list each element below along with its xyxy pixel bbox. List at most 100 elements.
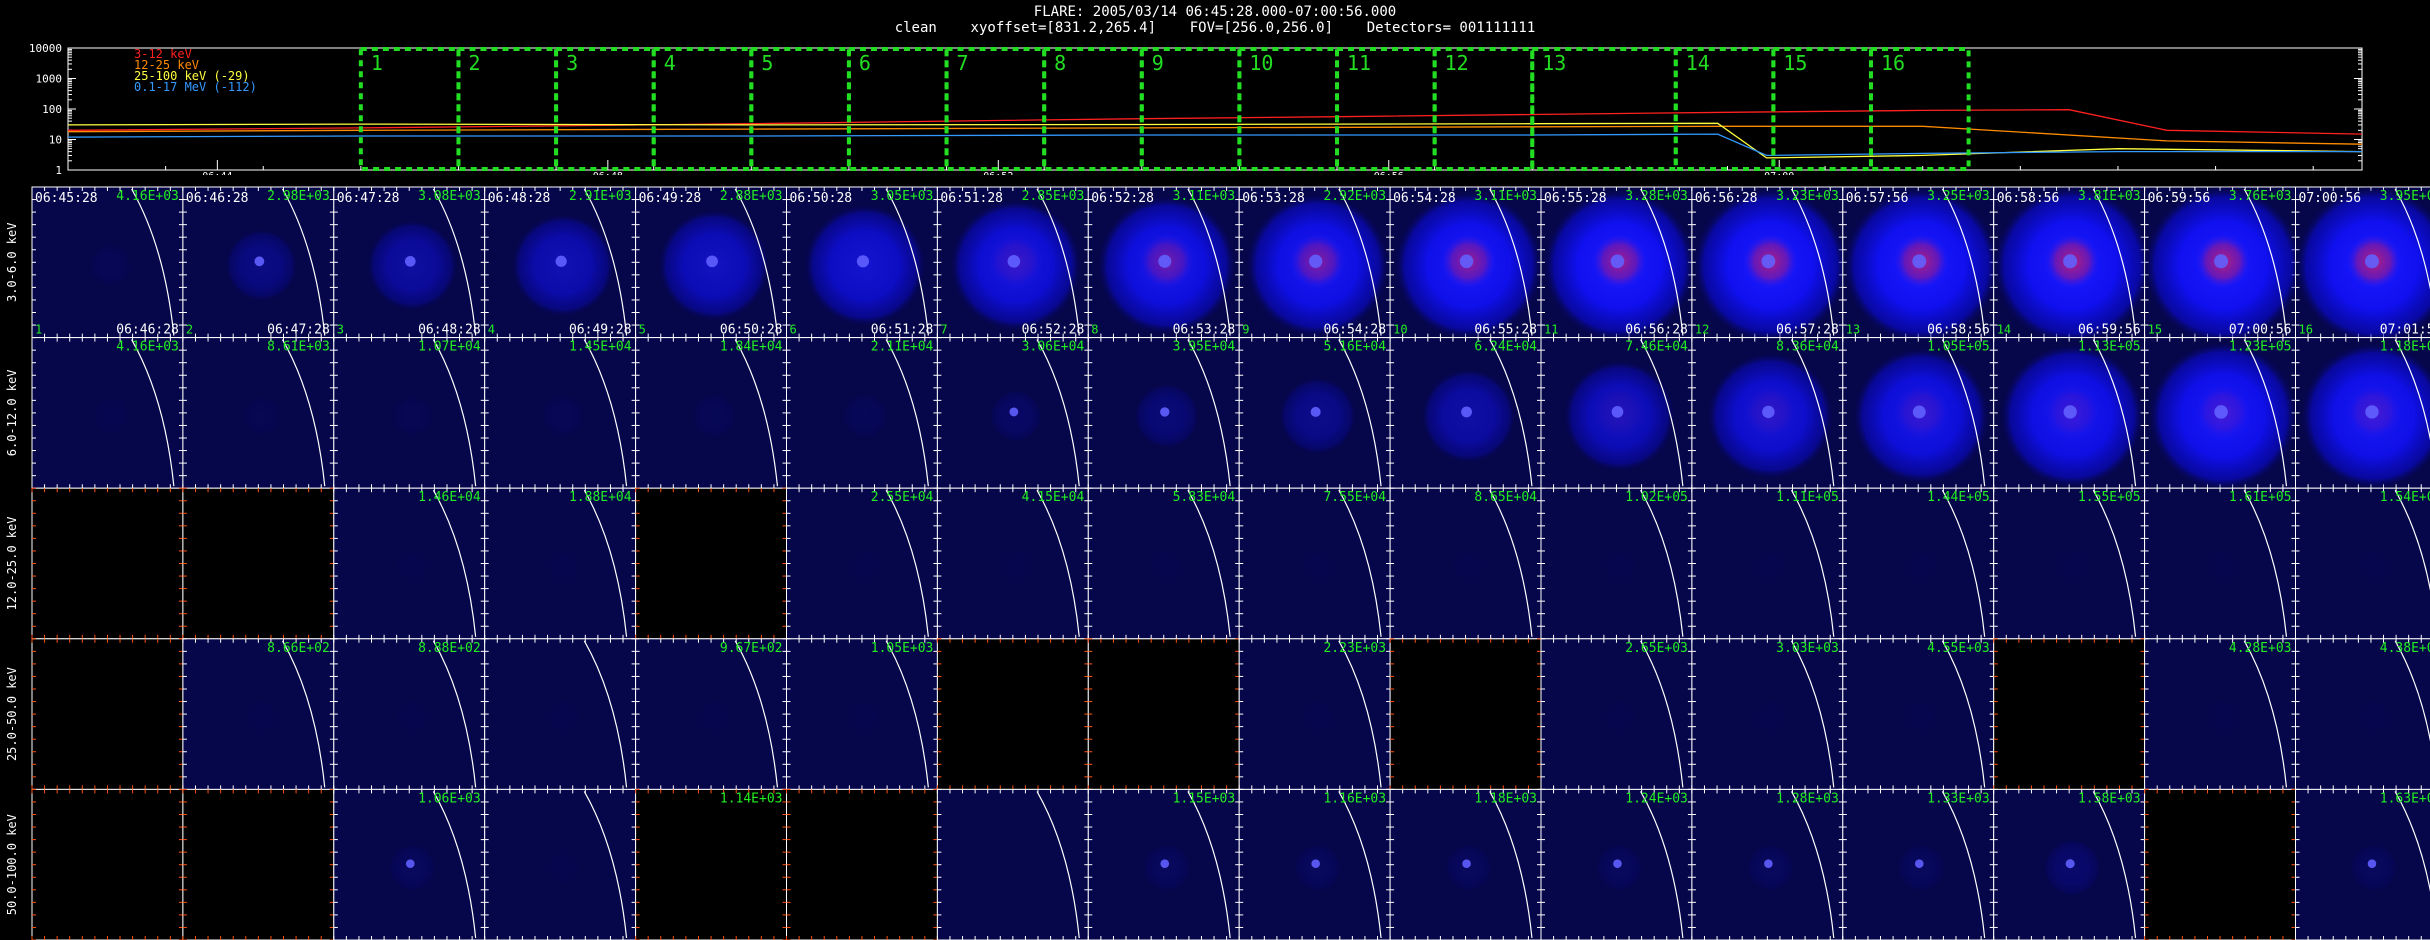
panel-max-value: 1.11E+05 <box>1776 490 1839 505</box>
panel-max-value: 1.14E+03 <box>720 791 783 806</box>
image-panel: 2.91E+03 06:48:28 06:49:28 4 <box>484 186 637 339</box>
image-panel: 4.28E+03 <box>2144 638 2297 790</box>
image-panel: 1.13E+05 <box>1993 337 2146 489</box>
panel-max-value: 1.16E+03 <box>1323 791 1386 806</box>
panel-max-value: 7.55E+04 <box>1323 490 1386 505</box>
source-emission <box>846 547 884 585</box>
image-panel: 7.55E+04 <box>1238 487 1391 640</box>
source-emission <box>1298 698 1336 736</box>
source-peak <box>1611 406 1624 418</box>
panel-max-value: 1.44E+05 <box>1927 490 1990 505</box>
panel-end-time: 06:59:56 <box>2078 323 2141 338</box>
panel-start-time: 06:45:28 <box>35 191 98 206</box>
image-panel: 1.11E+05 <box>1691 487 1844 640</box>
panel-end-time: 06:53:28 <box>1173 323 1236 338</box>
panel-interval-number: 13 <box>1846 323 1860 337</box>
source-peak <box>1158 254 1172 268</box>
panel-max-value: 3.11E+03 <box>1474 189 1537 204</box>
panel-background <box>1993 638 2146 790</box>
panel-start-time: 06:58:56 <box>1997 191 2060 206</box>
source-emission <box>1600 547 1638 585</box>
energy-band-label: 12.0-25.0 keV <box>5 517 19 611</box>
panel-max-value: 1.05E+03 <box>871 641 934 656</box>
panel-interval-number: 2 <box>186 323 193 337</box>
image-panel: 1.88E+04 <box>484 487 637 640</box>
source-emission <box>1902 698 1940 736</box>
panel-max-value: 3.23E+03 <box>1776 189 1839 204</box>
source-emission <box>2349 843 2399 892</box>
source-peak <box>1912 405 1926 419</box>
image-panel <box>1087 638 1240 790</box>
panel-max-value: 1.24E+03 <box>1625 791 1688 806</box>
image-panel <box>31 638 184 790</box>
panel-max-value: 5.83E+04 <box>1173 490 1236 505</box>
panel-start-time: 06:57:56 <box>1846 191 1909 206</box>
source-emission <box>544 848 582 886</box>
panel-interval-number: 10 <box>1393 323 1407 337</box>
panel-max-value: 1.23E+05 <box>2229 340 2292 355</box>
panel-background <box>31 638 184 790</box>
source-emission <box>695 698 733 736</box>
panel-max-value: 3.95E+03 <box>2380 189 2430 204</box>
source-emission <box>2355 698 2393 736</box>
panel-start-time: 06:46:28 <box>186 191 249 206</box>
panel-max-value: 5.16E+04 <box>1323 340 1386 355</box>
source-emission <box>1148 547 1186 585</box>
panel-max-value: 4.16E+03 <box>116 340 179 355</box>
image-panel <box>31 788 184 940</box>
image-panel: 1.44E+05 <box>1842 487 1995 640</box>
panel-max-value: 1.63E+03 <box>2380 791 2430 806</box>
panel-max-value: 1.46E+04 <box>418 490 481 505</box>
panel-end-time: 06:50:28 <box>720 323 783 338</box>
panel-interval-number: 11 <box>1544 323 1558 337</box>
panel-max-value: 9.67E+02 <box>720 641 783 656</box>
source-emission <box>2355 547 2393 585</box>
panel-max-value: 7.46E+04 <box>1625 340 1688 355</box>
energy-band-label: 50.0-100.0 keV <box>5 814 19 915</box>
panel-max-value: 1.18E+03 <box>1474 791 1537 806</box>
panel-max-value: 1.54E+05 <box>2380 490 2430 505</box>
image-panel: 4.55E+03 <box>1842 638 1995 790</box>
panel-max-value: 1.58E+03 <box>2078 791 2141 806</box>
panel-start-time: 06:54:28 <box>1393 191 1456 206</box>
source-peak <box>1762 405 1775 419</box>
source-peak <box>1160 859 1170 869</box>
image-panel: 1.63E+03 <box>2295 788 2430 940</box>
panel-max-value: 1.02E+05 <box>1625 490 1688 505</box>
panel-interval-number: 8 <box>1091 323 1098 337</box>
panel-interval-number: 9 <box>1242 323 1249 337</box>
image-panel <box>182 487 335 640</box>
panel-background <box>31 788 184 940</box>
image-panel: 1.61E+05 <box>2144 487 2297 640</box>
source-peak <box>1007 254 1021 268</box>
image-panel <box>1993 638 2146 790</box>
panel-end-time: 06:54:28 <box>1323 323 1386 338</box>
panel-end-time: 07:01:56 <box>2380 323 2430 338</box>
source-peak <box>2063 405 2077 419</box>
panel-start-time: 07:00:56 <box>2299 191 2362 206</box>
panel-max-value: 1.84E+04 <box>720 340 783 355</box>
panel-end-time: 06:48:28 <box>418 323 481 338</box>
image-panel: 4.38E+03 <box>2295 638 2430 790</box>
panel-background <box>786 788 938 940</box>
panel-end-time: 07:00:56 <box>2229 323 2292 338</box>
source-peak <box>1912 254 1927 269</box>
panel-background <box>635 487 787 640</box>
image-panel: 2.11E+04 <box>786 337 938 489</box>
source-emission <box>1298 547 1336 585</box>
image-panel: 5.83E+04 <box>1087 487 1240 640</box>
image-panel: 1.84E+04 <box>635 337 787 489</box>
image-panel: 8.88E+02 <box>333 638 486 790</box>
image-panel: 1.18E+05 <box>2295 337 2430 490</box>
panel-max-value: 1.33E+03 <box>1927 791 1990 806</box>
source-peak <box>1160 407 1170 417</box>
source-peak <box>1311 859 1320 869</box>
source-emission <box>393 547 431 585</box>
image-panel <box>936 638 1089 790</box>
panel-start-time: 06:59:56 <box>2148 191 2211 206</box>
source-peak <box>706 255 718 268</box>
image-panel <box>31 487 184 640</box>
source-peak <box>1009 407 1019 417</box>
energy-band-label: 6.0-12.0 keV <box>5 370 19 457</box>
image-panel: 4.16E+03 06:45:28 06:46:28 1 <box>31 186 184 339</box>
